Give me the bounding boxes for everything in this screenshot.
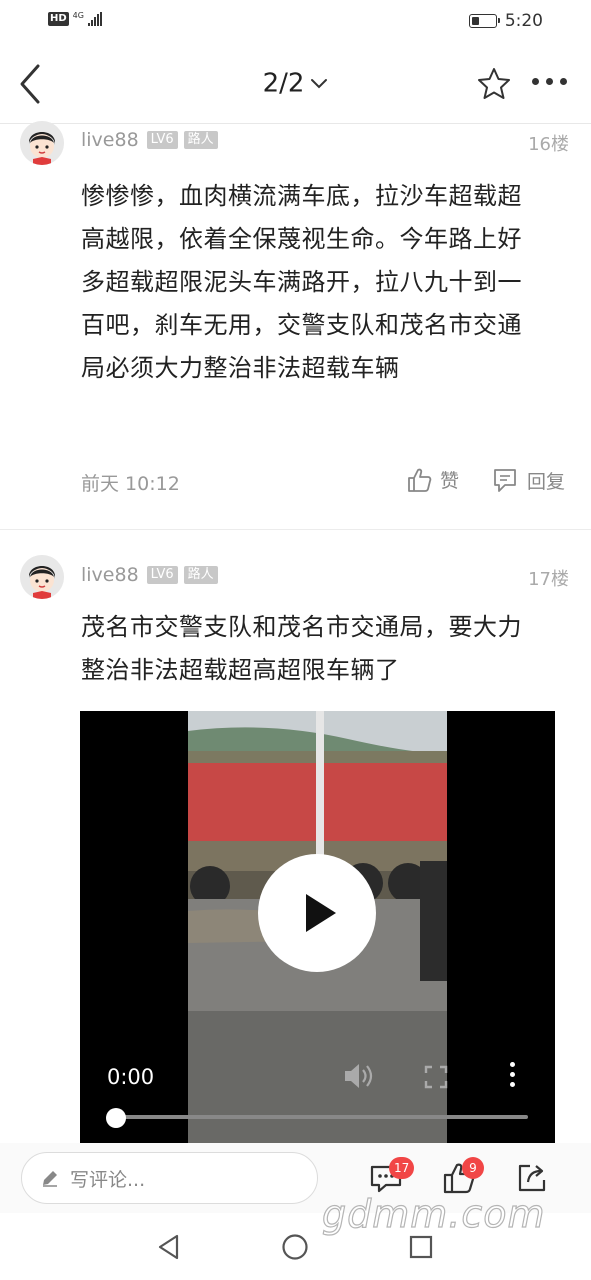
like-count-badge: 9 bbox=[462, 1157, 484, 1179]
comment-count-badge: 17 bbox=[389, 1157, 415, 1179]
nav-home-icon[interactable] bbox=[281, 1233, 309, 1261]
avatar-face-icon bbox=[20, 121, 64, 165]
comment-placeholder: 写评论... bbox=[70, 1168, 146, 1191]
clock: 5:20 bbox=[504, 11, 543, 31]
post-meta: live88 LV6 路人 bbox=[81, 129, 218, 151]
comment-input[interactable]: 写评论... bbox=[21, 1152, 318, 1204]
top-nav-bar: 2/2 bbox=[0, 44, 591, 124]
watermark: gdmm.com bbox=[321, 1191, 546, 1236]
comment-icon bbox=[494, 469, 516, 492]
nav-recents-icon[interactable] bbox=[407, 1233, 435, 1261]
volume-icon[interactable] bbox=[342, 1061, 376, 1091]
post-content: 茂名市交警支队和茂名市交通局，要大力整治非法超载超高超限车辆了 bbox=[81, 613, 522, 684]
avatar[interactable] bbox=[20, 121, 64, 165]
like-post-button[interactable]: 9 bbox=[442, 1157, 484, 1195]
username[interactable]: live88 bbox=[81, 564, 139, 586]
battery-icon bbox=[468, 14, 500, 28]
floor-number: 17楼 bbox=[528, 569, 569, 590]
role-badge: 路人 bbox=[183, 566, 218, 584]
hd-badge: HD bbox=[48, 12, 69, 26]
post-meta: live88 LV6 路人 bbox=[81, 564, 218, 586]
page-indicator: 2/2 bbox=[262, 68, 305, 99]
thumbs-up-icon bbox=[408, 468, 432, 492]
reply-button[interactable]: 回复 bbox=[491, 466, 565, 494]
username[interactable]: live88 bbox=[81, 129, 139, 151]
floor-number: 16楼 bbox=[528, 134, 569, 155]
video-progress-knob[interactable] bbox=[106, 1108, 126, 1128]
role-badge: 路人 bbox=[183, 131, 218, 149]
comments-button[interactable]: 17 bbox=[369, 1157, 415, 1195]
share-icon bbox=[518, 1164, 546, 1192]
level-badge: LV6 bbox=[146, 131, 178, 149]
signal-icon bbox=[87, 12, 102, 26]
like-label: 赞 bbox=[440, 470, 460, 492]
reply-label: 回复 bbox=[527, 470, 566, 493]
post-time: 前天 10:12 bbox=[81, 473, 180, 495]
video-progress-track[interactable] bbox=[116, 1115, 528, 1119]
video-more-icon[interactable] bbox=[510, 1062, 515, 1087]
fullscreen-icon[interactable] bbox=[424, 1065, 448, 1089]
chevron-down-icon bbox=[311, 78, 328, 88]
pencil-icon bbox=[43, 1171, 57, 1187]
favorite-star-icon[interactable] bbox=[476, 66, 512, 102]
nav-back-icon[interactable] bbox=[155, 1233, 183, 1261]
level-badge: LV6 bbox=[146, 566, 178, 584]
like-button[interactable]: 赞 bbox=[406, 466, 459, 493]
share-button[interactable] bbox=[515, 1161, 549, 1195]
status-bar: HD 4G 5:20 bbox=[0, 0, 591, 44]
video-current-time: 0:00 bbox=[107, 1065, 155, 1089]
video-player[interactable]: 0:00 bbox=[80, 711, 555, 1143]
post-content: 惨惨惨，血肉横流满车底，拉沙车超载超高越限，依着全保蔑视生命。今年路上好多超载超… bbox=[81, 182, 522, 382]
divider bbox=[0, 529, 591, 530]
network-type: 4G bbox=[72, 11, 84, 20]
play-button[interactable] bbox=[258, 854, 376, 972]
avatar-face-icon bbox=[20, 555, 64, 599]
avatar[interactable] bbox=[20, 555, 64, 599]
more-options-icon[interactable] bbox=[532, 78, 567, 85]
